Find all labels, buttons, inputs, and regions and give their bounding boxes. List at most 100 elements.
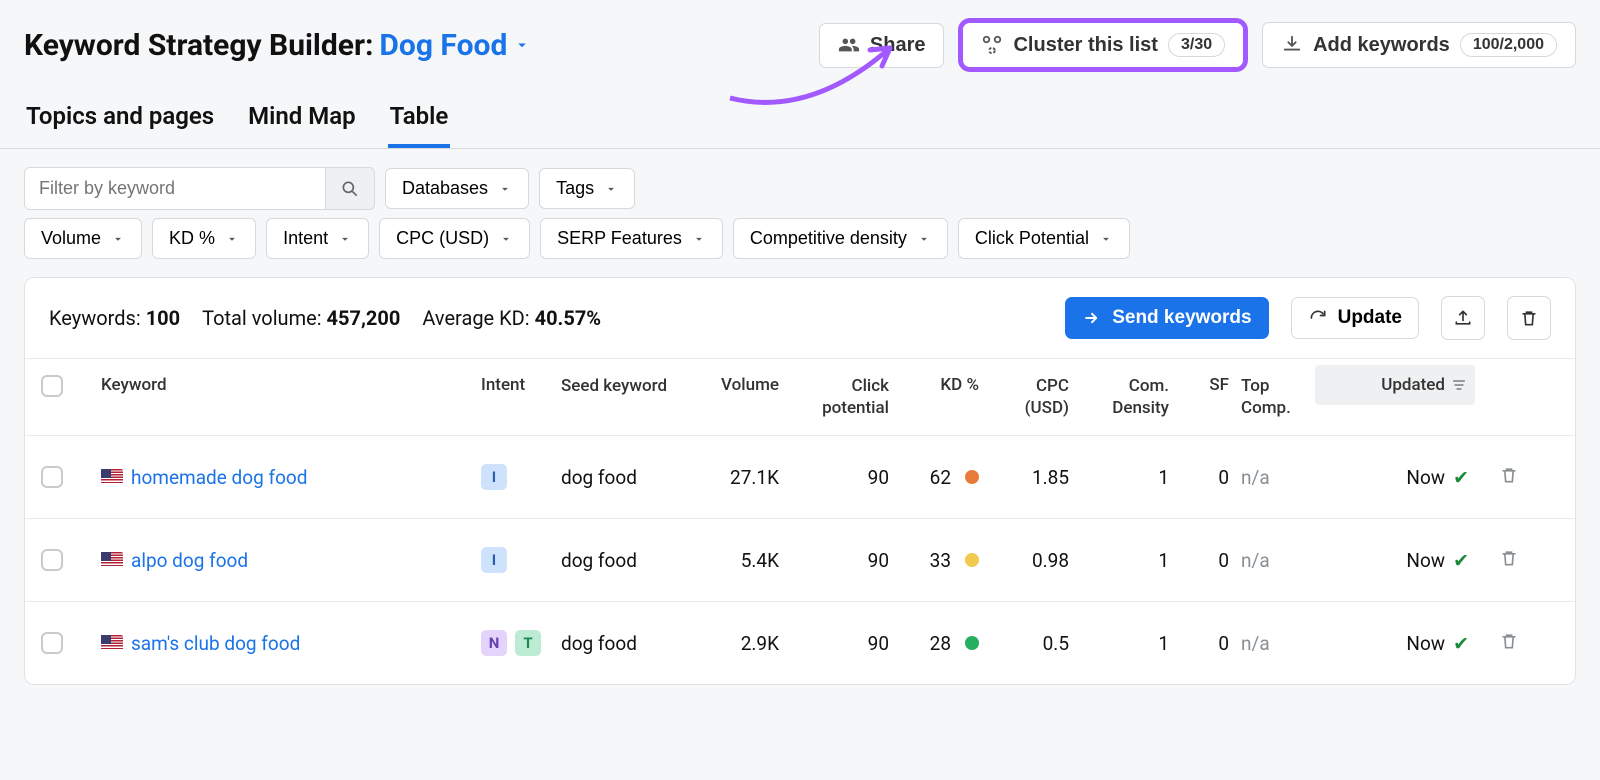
add-keywords-button[interactable]: Add keywords 100/2,000 bbox=[1262, 22, 1576, 68]
col-intent[interactable]: Intent bbox=[475, 375, 555, 395]
chevron-down-icon bbox=[498, 182, 512, 196]
average-kd: Average KD: 40.57% bbox=[422, 306, 601, 330]
cluster-list-button[interactable]: Cluster this list 3/30 bbox=[963, 23, 1243, 67]
us-flag-icon bbox=[101, 469, 123, 485]
chevron-down-icon bbox=[917, 232, 931, 246]
row-checkbox-cell bbox=[35, 466, 95, 488]
cpc-cell: 0.5 bbox=[985, 632, 1075, 655]
filter-volume[interactable]: Volume bbox=[24, 218, 142, 259]
intent-cell: N T bbox=[475, 630, 555, 656]
updated-cell: Now✔ bbox=[1315, 549, 1475, 572]
filter-serp-features[interactable]: SERP Features bbox=[540, 218, 723, 259]
keyword-link[interactable]: homemade dog food bbox=[131, 466, 307, 489]
list-selector[interactable]: Dog Food bbox=[379, 28, 531, 63]
share-button[interactable]: Share bbox=[819, 23, 945, 68]
top-comp-cell: n/a bbox=[1235, 549, 1315, 572]
row-checkbox[interactable] bbox=[41, 549, 63, 571]
table-card: Keywords: 100 Total volume: 457,200 Aver… bbox=[24, 277, 1576, 685]
filter-databases[interactable]: Databases bbox=[385, 168, 529, 209]
row-checkbox[interactable] bbox=[41, 466, 63, 488]
arrow-right-icon bbox=[1082, 308, 1102, 328]
delete-all-button[interactable] bbox=[1507, 296, 1551, 340]
chevron-down-icon bbox=[111, 232, 125, 246]
col-updated[interactable]: Updated bbox=[1315, 365, 1475, 405]
keyword-link[interactable]: alpo dog food bbox=[131, 549, 248, 572]
filter-intent[interactable]: Intent bbox=[266, 218, 369, 259]
cpc-cell: 0.98 bbox=[985, 549, 1075, 572]
col-com-density[interactable]: Com.Density bbox=[1075, 375, 1175, 419]
seed-cell: dog food bbox=[555, 632, 675, 655]
keyword-link[interactable]: sam's club dog food bbox=[131, 632, 300, 655]
row-delete-cell bbox=[1475, 465, 1525, 490]
search-icon bbox=[340, 179, 360, 199]
download-icon bbox=[1281, 34, 1303, 56]
intent-badge-I: I bbox=[481, 547, 507, 573]
keyword-cell: sam's club dog food bbox=[95, 632, 475, 655]
seed-cell: dog food bbox=[555, 549, 675, 572]
select-all-checkbox[interactable] bbox=[41, 375, 63, 397]
row-delete-button[interactable] bbox=[1499, 631, 1519, 656]
col-cpc[interactable]: CPC(USD) bbox=[985, 375, 1075, 419]
kd-cell: 28 bbox=[895, 632, 985, 655]
col-sf[interactable]: SF bbox=[1175, 375, 1235, 395]
us-flag-icon bbox=[101, 635, 123, 651]
click-potential-cell: 90 bbox=[785, 632, 895, 655]
col-keyword[interactable]: Keyword bbox=[95, 375, 475, 395]
col-volume[interactable]: Volume bbox=[675, 375, 785, 395]
com-density-cell: 1 bbox=[1075, 632, 1175, 655]
filter-tags[interactable]: Tags bbox=[539, 168, 635, 209]
tab-table[interactable]: Table bbox=[388, 92, 451, 148]
filter-cpc[interactable]: CPC (USD) bbox=[379, 218, 530, 259]
filter-competitive-density[interactable]: Competitive density bbox=[733, 218, 948, 259]
chevron-down-icon bbox=[1099, 232, 1113, 246]
check-icon: ✔ bbox=[1453, 549, 1469, 572]
update-button[interactable]: Update bbox=[1291, 297, 1419, 339]
col-kd[interactable]: KD % bbox=[895, 375, 985, 395]
updated-cell: Now✔ bbox=[1315, 466, 1475, 489]
sf-cell: 0 bbox=[1175, 632, 1235, 655]
intent-badge-N: N bbox=[481, 630, 507, 656]
col-seed[interactable]: Seed keyword bbox=[555, 375, 675, 397]
volume-cell: 5.4K bbox=[675, 549, 785, 572]
cluster-highlight-annotation: Cluster this list 3/30 bbox=[958, 18, 1248, 72]
table-row: homemade dog foodIdog food27.1K90621.851… bbox=[25, 435, 1575, 518]
col-click-potential[interactable]: Clickpotential bbox=[785, 375, 895, 419]
filter-keyword-input[interactable] bbox=[25, 168, 325, 209]
intent-badge-T: T bbox=[515, 630, 541, 656]
filter-input-wrap bbox=[24, 167, 375, 210]
row-delete-button[interactable] bbox=[1499, 548, 1519, 573]
check-icon: ✔ bbox=[1453, 632, 1469, 655]
updated-cell: Now✔ bbox=[1315, 632, 1475, 655]
tab-mind-map[interactable]: Mind Map bbox=[246, 92, 358, 148]
trash-icon bbox=[1519, 308, 1539, 328]
tabs: Topics and pages Mind Map Table bbox=[0, 80, 1600, 149]
chevron-down-icon bbox=[225, 232, 239, 246]
top-comp-cell: n/a bbox=[1235, 632, 1315, 655]
chevron-down-icon bbox=[338, 232, 352, 246]
filter-kd[interactable]: KD % bbox=[152, 218, 256, 259]
check-icon: ✔ bbox=[1453, 466, 1469, 489]
export-icon bbox=[1453, 308, 1473, 328]
row-checkbox[interactable] bbox=[41, 632, 63, 654]
send-keywords-button[interactable]: Send keywords bbox=[1065, 297, 1268, 339]
intent-cell: I bbox=[475, 547, 555, 573]
chevron-down-icon bbox=[692, 232, 706, 246]
table-row: alpo dog foodIdog food5.4K90330.9810n/aN… bbox=[25, 518, 1575, 601]
click-potential-cell: 90 bbox=[785, 466, 895, 489]
keyword-cell: alpo dog food bbox=[95, 549, 475, 572]
seed-cell: dog food bbox=[555, 466, 675, 489]
keyword-cell: homemade dog food bbox=[95, 466, 475, 489]
row-delete-button[interactable] bbox=[1499, 465, 1519, 490]
tab-topics-pages[interactable]: Topics and pages bbox=[24, 92, 216, 148]
table-row: sam's club dog foodN Tdog food2.9K90280.… bbox=[25, 601, 1575, 684]
row-checkbox-cell bbox=[35, 632, 95, 654]
filter-search-button[interactable] bbox=[325, 168, 374, 209]
col-top-comp[interactable]: TopComp. bbox=[1235, 375, 1315, 419]
click-potential-cell: 90 bbox=[785, 549, 895, 572]
filter-click-potential[interactable]: Click Potential bbox=[958, 218, 1130, 259]
volume-cell: 27.1K bbox=[675, 466, 785, 489]
chevron-down-icon bbox=[513, 36, 531, 54]
filters-row-1: Databases Tags bbox=[0, 149, 1600, 218]
export-button[interactable] bbox=[1441, 296, 1485, 340]
stats-row: Keywords: 100 Total volume: 457,200 Aver… bbox=[25, 278, 1575, 358]
